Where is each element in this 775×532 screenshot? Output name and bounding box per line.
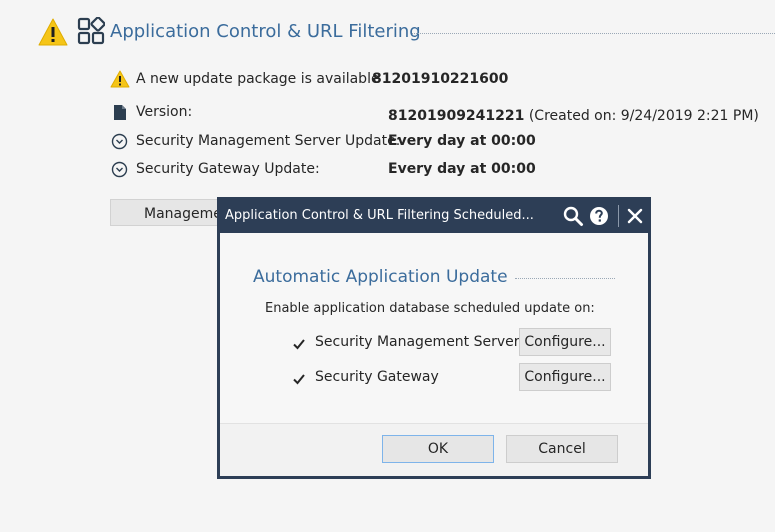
version-value: 81201909241221 — [388, 108, 525, 124]
close-icon[interactable] — [625, 206, 645, 226]
search-icon[interactable] — [562, 205, 584, 227]
cancel-button[interactable]: Cancel — [506, 435, 618, 463]
version-label: Version: — [136, 104, 193, 120]
warning-icon — [110, 70, 130, 88]
mgmt-server-option-label: Security Management Server — [315, 334, 520, 350]
document-icon — [113, 104, 131, 122]
warning-icon — [38, 18, 68, 46]
clock-icon — [111, 161, 129, 179]
gateway-update-label: Security Gateway Update: — [136, 161, 320, 177]
page-title: Application Control & URL Filtering — [110, 21, 421, 42]
help-icon[interactable] — [589, 206, 609, 226]
scheduled-update-dialog: Application Control & URL Filtering Sche… — [217, 197, 651, 479]
dialog-body: Automatic Application Update Enable appl… — [220, 233, 648, 423]
update-package-number: 81201910221600 — [372, 71, 509, 87]
gateway-checkbox[interactable] — [292, 371, 306, 385]
app-control-icon — [77, 16, 106, 45]
version-value-group: 81201909241221 (Created on: 9/24/2019 2:… — [388, 105, 759, 124]
mgmt-server-checkbox[interactable] — [292, 336, 306, 350]
dialog-titlebar[interactable]: Application Control & URL Filtering Sche… — [220, 200, 648, 233]
titlebar-divider — [618, 205, 619, 227]
mgmt-server-update-label: Security Management Server Update: — [136, 133, 401, 149]
clock-icon — [111, 133, 129, 151]
mgmt-server-update-value: Every day at 00:00 — [388, 133, 536, 149]
title-divider — [412, 33, 775, 34]
dialog-title: Application Control & URL Filtering Sche… — [225, 208, 534, 223]
section-description: Enable application database scheduled up… — [265, 301, 595, 316]
dialog-footer: OK Cancel — [220, 423, 648, 476]
update-notice-label: A new update package is available — [136, 71, 380, 87]
ok-button[interactable]: OK — [382, 435, 494, 463]
section-title: Automatic Application Update — [253, 267, 508, 287]
gateway-update-value: Every day at 00:00 — [388, 161, 536, 177]
version-created-on: (Created on: 9/24/2019 2:21 PM) — [524, 108, 759, 124]
gateway-option-label: Security Gateway — [315, 369, 439, 385]
configure-gateway-button[interactable]: Configure... — [519, 363, 611, 391]
management-button[interactable]: Manageme — [110, 199, 225, 226]
section-divider — [515, 278, 615, 279]
configure-mgmt-server-button[interactable]: Configure... — [519, 328, 611, 356]
